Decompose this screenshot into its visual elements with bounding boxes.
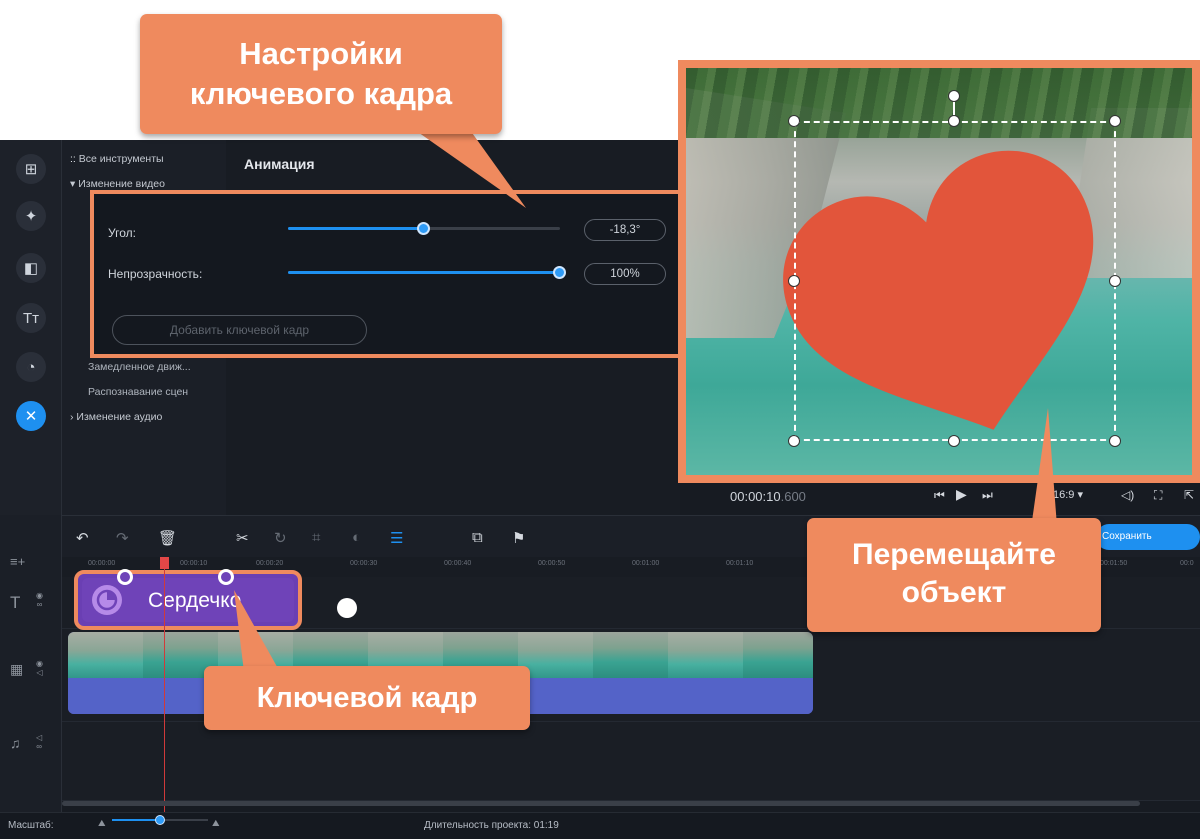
callout-line: ключевого кадра [189,76,453,111]
callout-line: Настройки [239,36,403,71]
callout-keyframe-settings: Настройки ключевого кадра [140,14,502,134]
callout-line: объект [901,576,1007,609]
callout-move-object: Перемещайте объект [807,518,1101,632]
callout-line: Перемещайте [852,538,1056,571]
callout-keyframe: Ключевой кадр [204,666,530,730]
